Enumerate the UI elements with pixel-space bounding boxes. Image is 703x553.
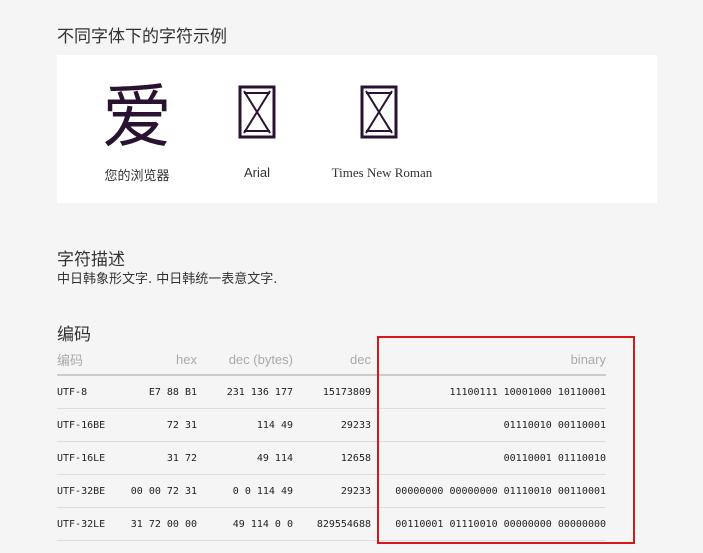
table-row: UTF-32BE 00 00 72 31 0 0 114 49 29233 00… <box>57 474 606 508</box>
encoding-table: 编码 hex dec (bytes) dec binary UTF-8 E7 8… <box>57 344 606 541</box>
cell-binary: 11100111 10001000 10110001 <box>371 375 606 409</box>
cell-hex: 31 72 <box>127 441 197 475</box>
cell-dec: 15173809 <box>293 375 371 409</box>
cell-hex: 00 00 72 31 <box>127 474 197 508</box>
header-binary: binary <box>371 344 606 376</box>
cell-encoding: UTF-32BE <box>57 474 127 508</box>
table-row: UTF-16LE 31 72 49 114 12658 00110001 011… <box>57 441 606 475</box>
sample-label-times: Times New Roman <box>331 165 433 180</box>
description-text: 中日韩象形文字. 中日韩统一表意文字. <box>57 272 278 287</box>
cell-dec: 829554688 <box>293 507 371 541</box>
missing-glyph-icon <box>238 85 276 139</box>
cell-dec: 29233 <box>293 474 371 508</box>
header-encoding: 编码 <box>57 344 127 376</box>
cell-encoding: UTF-16BE <box>57 408 127 442</box>
cell-binary: 01110010 00110001 <box>371 408 606 442</box>
cell-encoding: UTF-16LE <box>57 441 127 475</box>
header-dec: dec <box>293 344 371 376</box>
cell-hex: 72 31 <box>127 408 197 442</box>
header-hex: hex <box>127 344 197 376</box>
cell-dec-bytes: 49 114 <box>197 441 293 475</box>
cell-binary: 00000000 00000000 01110010 00110001 <box>371 474 606 508</box>
cell-binary: 00110001 01110010 00000000 00000000 <box>371 507 606 541</box>
table-row: UTF-8 E7 88 B1 231 136 177 15173809 1110… <box>57 375 606 409</box>
cell-dec-bytes: 114 49 <box>197 408 293 442</box>
table-row: UTF-16BE 72 31 114 49 29233 01110010 001… <box>57 408 606 442</box>
missing-glyph-icon <box>360 85 398 139</box>
cell-hex: E7 88 B1 <box>127 375 197 409</box>
font-samples-card: 爱 您的浏览器 Arial Times New Roman <box>57 55 657 203</box>
sample-times: Times New Roman <box>302 55 462 203</box>
encoding-header-row: 编码 hex dec (bytes) dec binary <box>57 344 606 376</box>
description-title: 字符描述 <box>57 250 125 270</box>
page: 不同字体下的字符示例 爱 您的浏览器 Arial Times New Roman… <box>0 0 703 553</box>
cell-binary: 00110001 01110010 <box>371 441 606 475</box>
cell-dec: 12658 <box>293 441 371 475</box>
cell-dec-bytes: 0 0 114 49 <box>197 474 293 508</box>
cell-encoding: UTF-8 <box>57 375 127 409</box>
header-dec-bytes: dec (bytes) <box>197 344 293 376</box>
cell-dec-bytes: 49 114 0 0 <box>197 507 293 541</box>
encoding-title: 编码 <box>57 325 91 345</box>
cell-hex: 31 72 00 00 <box>127 507 197 541</box>
samples-title: 不同字体下的字符示例 <box>57 27 227 47</box>
cell-encoding: UTF-32LE <box>57 507 127 541</box>
table-row: UTF-32LE 31 72 00 00 49 114 0 0 82955468… <box>57 507 606 541</box>
cell-dec-bytes: 231 136 177 <box>197 375 293 409</box>
cell-dec: 29233 <box>293 408 371 442</box>
